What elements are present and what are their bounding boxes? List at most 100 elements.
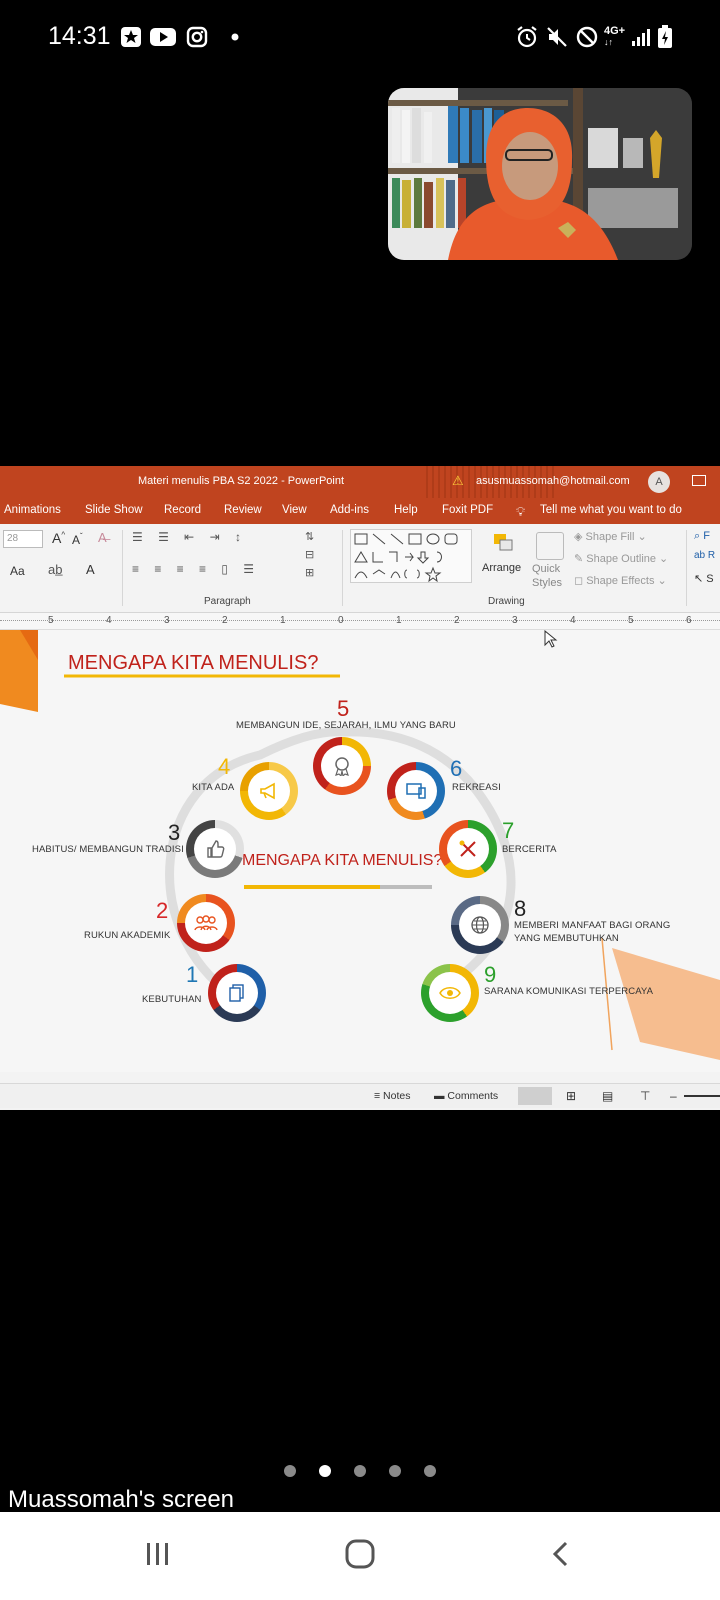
participant-video[interactable]: [388, 88, 692, 260]
ribbon: 28 A^ Aˇ A̶ Aa ab̲ A ☰ ☰ ⇤ ⇥ ↕ ≡ ≡ ≡ ≡ ▯…: [0, 524, 720, 613]
font-color-icon[interactable]: A: [86, 562, 95, 577]
node-1-number: 1: [186, 962, 199, 987]
tab-review[interactable]: Review: [224, 504, 262, 516]
normal-view-icon[interactable]: [518, 1087, 552, 1105]
font-size-box[interactable]: 28: [3, 530, 43, 548]
node-4-number: 4: [218, 754, 231, 779]
shared-powerpoint-window: Materi menulis PBA S2 2022 - PowerPoint …: [0, 466, 720, 1110]
page-dot[interactable]: [389, 1465, 401, 1477]
tools-icon: [447, 828, 489, 870]
signal-icon: [628, 24, 654, 50]
network-type: 4G+ ↓↑: [604, 25, 626, 48]
highlight-icon[interactable]: ab̲: [48, 562, 62, 577]
home-icon[interactable]: [344, 1538, 376, 1575]
node-3-number: 3: [168, 820, 181, 845]
page-dot[interactable]: [424, 1465, 436, 1477]
arrange-icon[interactable]: [492, 532, 514, 554]
shape-fill-button[interactable]: ◈ Shape Fill ⌄: [574, 530, 647, 543]
increase-font-size-icon[interactable]: A^: [52, 530, 65, 546]
decrease-font-size-icon[interactable]: Aˇ: [72, 532, 83, 547]
align-text-icon[interactable]: ⊟: [305, 548, 314, 561]
account-avatar[interactable]: A: [648, 471, 670, 493]
comments-button[interactable]: ▬ Comments: [434, 1090, 498, 1102]
recent-apps-icon[interactable]: [144, 1540, 172, 1573]
quick-styles-icon[interactable]: [536, 532, 564, 560]
shapes-icons: [354, 533, 458, 583]
clear-formatting-icon[interactable]: A̶: [98, 530, 107, 545]
notes-button[interactable]: ≡ Notes: [374, 1090, 410, 1102]
node-6-ring: [387, 762, 445, 820]
tab-animations[interactable]: Animations: [4, 504, 61, 516]
lightbulb-icon: 💡︎: [516, 504, 526, 519]
smartart-icon[interactable]: ⊞: [305, 566, 314, 579]
node-5-ring: [313, 737, 371, 795]
slide-sorter-icon[interactable]: ⊞: [566, 1089, 576, 1103]
tab-slide-show[interactable]: Slide Show: [85, 504, 143, 516]
tab-foxit-pdf[interactable]: Foxit PDF: [442, 504, 493, 516]
back-icon[interactable]: [550, 1540, 570, 1573]
alarm-icon: [514, 24, 540, 50]
status-bar: 14:31 4G+ ↓↑: [0, 0, 720, 72]
group-icon: [185, 902, 227, 944]
zoom-out-icon[interactable]: –: [670, 1089, 677, 1103]
drawing-group-label: Drawing: [488, 596, 525, 607]
eye-icon: [429, 972, 471, 1014]
powerpoint-status-bar: ≡ Notes ▬ Comments ⊞ ▤ ⊤ –: [0, 1083, 720, 1108]
slide-show-icon[interactable]: ⊤: [640, 1089, 650, 1103]
reading-view-icon[interactable]: ▤: [602, 1089, 613, 1103]
node-9-number: 9: [484, 962, 497, 987]
paragraph-group-label: Paragraph: [204, 596, 251, 607]
more-notifications-dot-icon: [222, 24, 248, 50]
devices-icon: [395, 770, 437, 812]
participant-video-image: [388, 88, 692, 260]
list-buttons[interactable]: ☰ ☰ ⇤ ⇥ ↕: [132, 530, 247, 544]
change-case-button[interactable]: Aa: [10, 564, 25, 578]
thumbs-up-icon: [194, 828, 236, 870]
tab-add-ins[interactable]: Add-ins: [330, 504, 369, 516]
slide-canvas[interactable]: MENGAPA KITA MENULIS? MENGAPA KITA MENUL…: [0, 630, 720, 1072]
node-4-label: KITA ADA: [192, 782, 235, 793]
zoom-slider[interactable]: [684, 1095, 720, 1097]
find-icon[interactable]: ⌕ F: [694, 530, 710, 543]
tab-record[interactable]: Record: [164, 504, 201, 516]
shape-outline-button[interactable]: ✎ Shape Outline ⌄: [574, 552, 668, 565]
alignment-buttons[interactable]: ≡ ≡ ≡ ≡ ▯ ☰: [132, 562, 260, 576]
page-dot-active[interactable]: [319, 1465, 331, 1477]
node-3-label: HABITUS/ MEMBANGUN TRADISI: [32, 844, 184, 855]
quick-styles-button[interactable]: Quick Styles: [532, 562, 568, 590]
shapes-gallery[interactable]: [350, 529, 472, 583]
tab-view[interactable]: View: [282, 504, 307, 516]
ribbon-display-options-icon[interactable]: [692, 475, 706, 486]
document-icon: [216, 972, 258, 1014]
account-email[interactable]: asusmuassomah@hotmail.com: [476, 475, 630, 487]
node-2-number: 2: [156, 898, 169, 923]
award-icon: [321, 745, 363, 787]
title-bar: Materi menulis PBA S2 2022 - PowerPoint …: [0, 466, 720, 498]
node-7-label: BERCERITA: [502, 844, 557, 855]
clock: 14:31: [48, 22, 111, 50]
horizontal-ruler: 5 4 3 2 1 0 1 2 3 4 5 6: [0, 613, 720, 630]
replace-icon[interactable]: ab R: [694, 550, 715, 561]
node-7-number: 7: [502, 818, 515, 843]
instagram-icon: [184, 24, 210, 50]
node-1-ring: [208, 964, 266, 1022]
youtube-icon: [150, 24, 176, 50]
warning-icon[interactable]: ⚠: [452, 473, 464, 489]
mute-icon: [544, 24, 570, 50]
arrange-button[interactable]: Arrange: [482, 562, 521, 574]
tab-help[interactable]: Help: [394, 504, 418, 516]
tell-me-search[interactable]: Tell me what you want to do: [540, 504, 682, 516]
shape-effects-button[interactable]: ◻ Shape Effects ⌄: [574, 574, 667, 587]
page-dot[interactable]: [354, 1465, 366, 1477]
select-icon[interactable]: ↖ S: [694, 572, 714, 585]
node-5-number: 5: [337, 696, 350, 721]
center-title: MENGAPA KITA MENULIS?: [242, 852, 443, 869]
node-8-number: 8: [514, 896, 527, 921]
battery-charging-icon: [652, 24, 678, 50]
text-direction-icon[interactable]: ⇅: [305, 530, 314, 543]
screen-share-label: Muassomah's screen: [8, 1486, 235, 1513]
node-4-ring: [240, 762, 298, 820]
android-navigation-bar: [0, 1512, 720, 1600]
window-title: Materi menulis PBA S2 2022 - PowerPoint: [138, 475, 345, 487]
page-dot[interactable]: [284, 1465, 296, 1477]
